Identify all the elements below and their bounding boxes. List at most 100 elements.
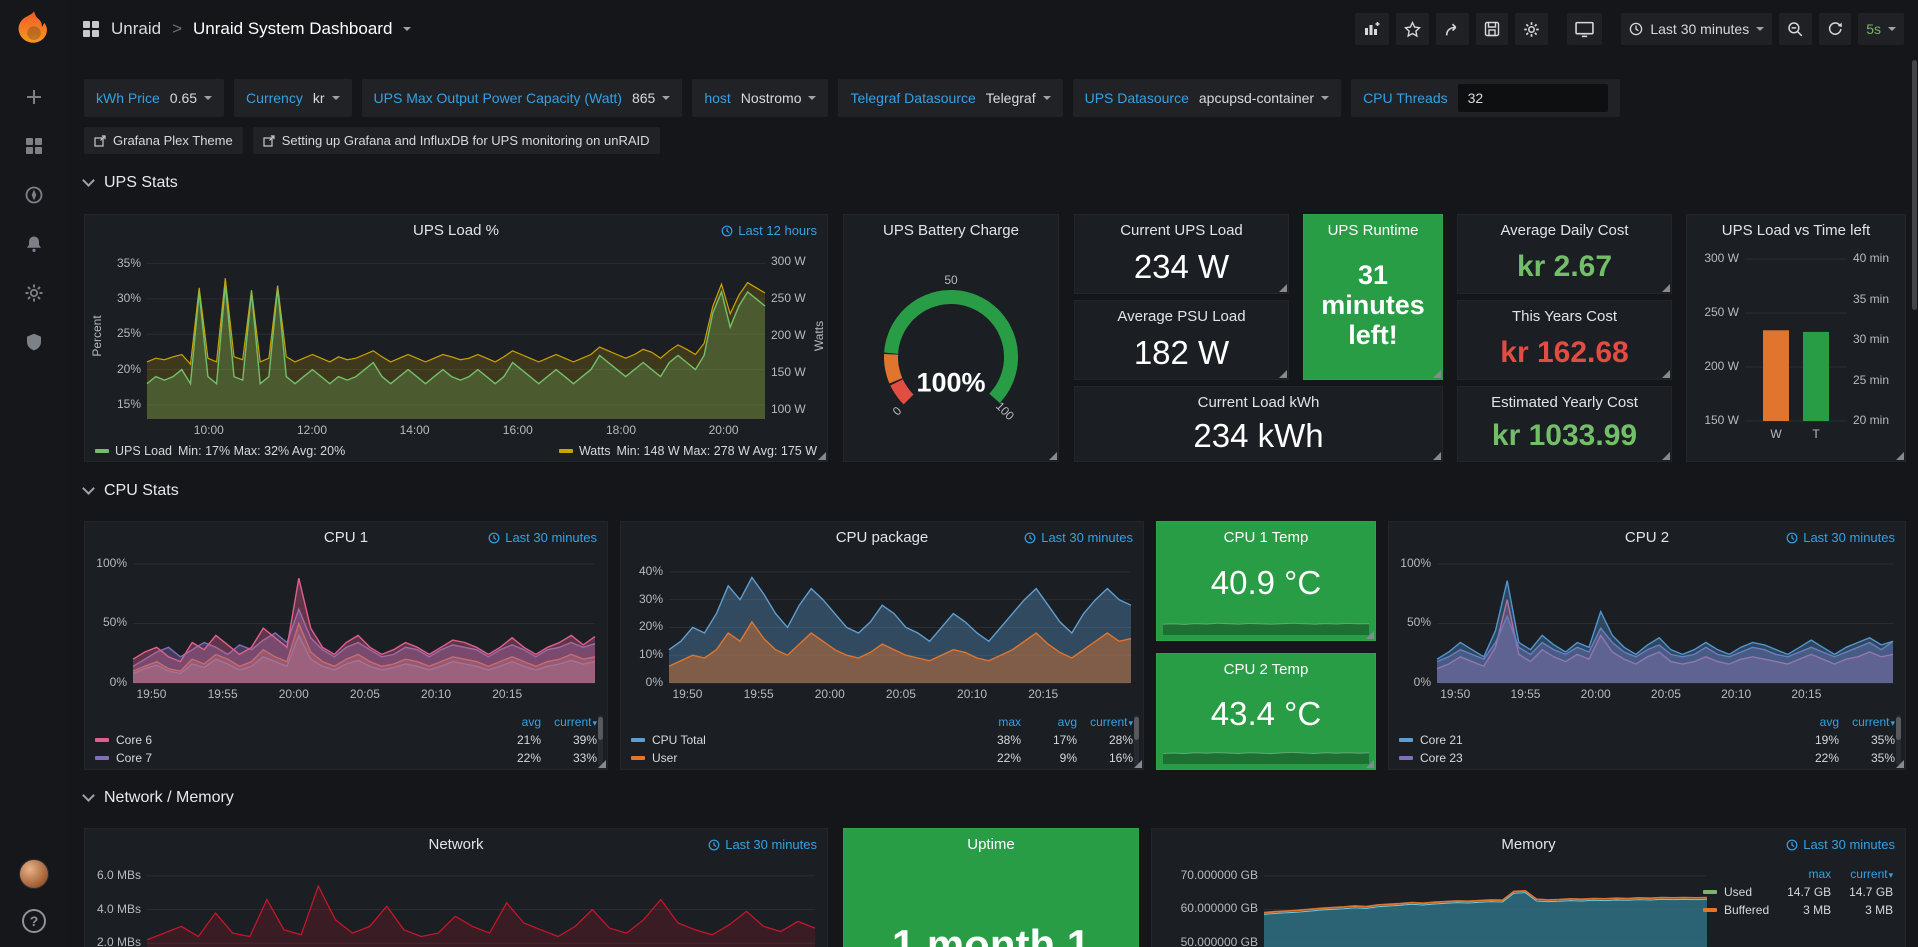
panel-resize-handle[interactable] (1896, 452, 1904, 460)
legend-series[interactable]: User (631, 751, 965, 765)
page-scrollbar-thumb[interactable] (1912, 60, 1917, 310)
panel-resize-handle[interactable] (1134, 760, 1142, 768)
panel-resize-handle[interactable] (1049, 452, 1057, 460)
cpu1-chart[interactable]: 100%50%0%19:5019:5520:0020:0520:1020:15 (85, 552, 607, 703)
dashboards-icon[interactable] (23, 135, 45, 157)
legend-column-current[interactable]: current▾ (1077, 715, 1133, 729)
panel-title[interactable]: Uptime (967, 836, 1015, 853)
dashboard-dropdown-caret-icon[interactable] (403, 27, 411, 31)
row-header-network-memory[interactable]: Network / Memory (84, 789, 234, 807)
legend-series-ups-load[interactable]: UPS Load Min: 17% Max: 32% Avg: 20% (95, 444, 345, 458)
add-panel-button[interactable] (1355, 13, 1389, 45)
panel-title[interactable]: UPS Battery Charge (883, 222, 1019, 239)
panel-title[interactable]: Network (428, 836, 483, 853)
legend-series[interactable]: Core 21 (1399, 733, 1783, 747)
panel-resize-handle[interactable] (1433, 452, 1441, 460)
legend-series[interactable]: Core 6 (95, 733, 485, 747)
refresh-button[interactable] (1819, 13, 1851, 45)
panel-title[interactable]: CPU 1 (324, 529, 368, 546)
legend-column-avg[interactable]: avg (485, 715, 541, 729)
panel-resize-handle[interactable] (818, 452, 826, 460)
legend-column-current[interactable]: current▾ (541, 715, 597, 729)
admin-shield-icon[interactable] (23, 331, 45, 353)
create-plus-icon[interactable] (23, 86, 45, 108)
settings-gear-icon[interactable] (1515, 13, 1548, 45)
refresh-interval-picker[interactable]: 5s (1858, 13, 1904, 45)
panel-resize-handle[interactable] (1279, 370, 1287, 378)
cpu2-chart[interactable]: 100%50%0%19:5019:5520:0020:0520:1020:15 (1389, 552, 1905, 703)
battery-gauge[interactable]: 050100100% (844, 245, 1058, 461)
cpu-threads-input[interactable]: 32 (1458, 84, 1608, 112)
panel-resize-handle[interactable] (1662, 452, 1670, 460)
legend-series[interactable]: Used (1703, 885, 1769, 899)
share-button[interactable] (1436, 13, 1469, 45)
time-range-picker[interactable]: Last 30 minutes (1621, 13, 1772, 45)
variable-telegraf-datasource[interactable]: Telegraf Datasource Telegraf (838, 79, 1062, 117)
panel-title[interactable]: Average PSU Load (1117, 308, 1245, 325)
panel-title[interactable]: Average Daily Cost (1500, 222, 1628, 239)
variable-ups-datasource[interactable]: UPS Datasource apcupsd-container (1073, 79, 1341, 117)
panel-title[interactable]: CPU 2 (1625, 529, 1669, 546)
panel-title[interactable]: Current Load kWh (1198, 394, 1320, 411)
legend-series[interactable]: Core 7 (95, 751, 485, 765)
panel-resize-handle[interactable] (1279, 284, 1287, 292)
memory-chart[interactable]: 70.000000 GB60.000000 GB50.000000 GB (1152, 859, 1715, 947)
legend-column-current[interactable]: current▾ (1839, 715, 1895, 729)
legend-scrollbar[interactable] (1896, 715, 1901, 765)
panel-title[interactable]: Memory (1501, 836, 1555, 853)
network-chart[interactable]: 6.0 MBs4.0 MBs2.0 MBs (85, 859, 827, 947)
save-button[interactable] (1476, 13, 1508, 45)
panel-resize-handle[interactable] (598, 760, 606, 768)
panel-title[interactable]: Current UPS Load (1120, 222, 1243, 239)
panel-resize-handle[interactable] (1366, 631, 1374, 639)
grid-icon[interactable] (82, 20, 100, 38)
legend-series-watts[interactable]: Watts Min: 148 W Max: 278 W Avg: 175 W (559, 444, 817, 458)
panel-resize-handle[interactable] (1366, 760, 1374, 768)
help-icon[interactable]: ? (22, 909, 46, 933)
panel-title[interactable]: UPS Runtime (1328, 222, 1419, 239)
grafana-logo-icon[interactable] (11, 8, 57, 54)
panel-title[interactable]: UPS Load % (413, 222, 499, 239)
legend-series[interactable]: Buffered (1703, 903, 1769, 917)
panel-title[interactable]: CPU package (836, 529, 929, 546)
legend-series[interactable]: Core 23 (1399, 751, 1783, 765)
link-grafana-plex-theme[interactable]: Grafana Plex Theme (84, 127, 243, 154)
ups-load-chart[interactable]: 35%30%25%20%15%300 W250 W200 W150 W100 W… (85, 245, 827, 439)
legend-series[interactable]: CPU Total (631, 733, 965, 747)
legend-column-avg[interactable]: avg (1783, 715, 1839, 729)
ups-load-vs-time-chart[interactable]: 300 W250 W200 W150 W40 min35 min30 min25… (1687, 245, 1905, 461)
link-ups-monitoring-guide[interactable]: Setting up Grafana and InfluxDB for UPS … (253, 127, 660, 154)
row-header-cpu-stats[interactable]: CPU Stats (84, 482, 179, 500)
legend-column-avg[interactable]: avg (1021, 715, 1077, 729)
panel-resize-handle[interactable] (1896, 760, 1904, 768)
panel-resize-handle[interactable] (1433, 370, 1441, 378)
variable-host[interactable]: host Nostromo (692, 79, 828, 117)
panel-title[interactable]: Estimated Yearly Cost (1491, 394, 1638, 411)
zoom-out-button[interactable] (1779, 13, 1812, 45)
variable-currency[interactable]: Currency kr (234, 79, 351, 117)
variable-kwh-price[interactable]: kWh Price 0.65 (84, 79, 224, 117)
breadcrumb-org[interactable]: Unraid (111, 19, 161, 39)
page-scrollbar[interactable] (1910, 58, 1918, 947)
row-header-ups-stats[interactable]: UPS Stats (84, 174, 178, 192)
legend-column-current[interactable]: current▾ (1831, 867, 1893, 881)
legend-scrollbar[interactable] (598, 715, 603, 765)
legend-scrollbar[interactable] (1134, 715, 1139, 765)
configuration-gear-icon[interactable] (23, 282, 45, 304)
dashboard-title[interactable]: Unraid System Dashboard (193, 19, 392, 39)
panel-resize-handle[interactable] (1662, 370, 1670, 378)
legend-column-max[interactable]: max (1769, 867, 1831, 881)
panel-resize-handle[interactable] (1662, 284, 1670, 292)
panel-title[interactable]: This Years Cost (1512, 308, 1617, 325)
cpu-package-chart[interactable]: 40%30%20%10%0%19:5019:5520:0020:0520:102… (621, 552, 1143, 703)
panel-title[interactable]: UPS Load vs Time left (1722, 222, 1870, 239)
user-avatar[interactable] (19, 859, 49, 889)
legend-column-max[interactable]: max (965, 715, 1021, 729)
cycle-view-monitor-icon[interactable] (1567, 13, 1602, 45)
alerting-bell-icon[interactable] (23, 233, 45, 255)
panel-title[interactable]: CPU 2 Temp (1224, 661, 1309, 678)
explore-compass-icon[interactable] (23, 184, 45, 206)
panel-title[interactable]: CPU 1 Temp (1224, 529, 1309, 546)
variable-ups-max-output[interactable]: UPS Max Output Power Capacity (Watt) 865 (362, 79, 683, 117)
star-button[interactable] (1396, 13, 1429, 45)
